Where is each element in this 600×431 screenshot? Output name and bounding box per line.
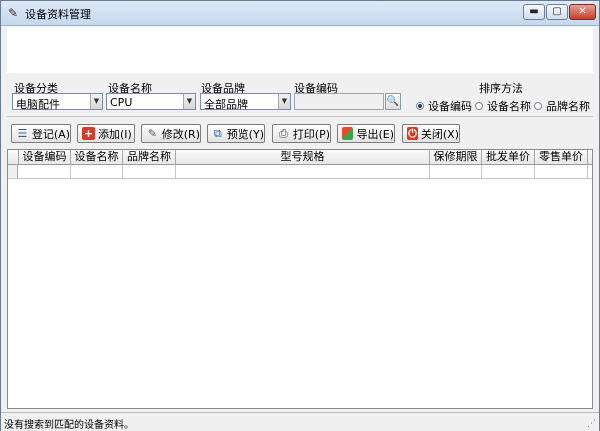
window-title: 设备资料管理: [25, 8, 91, 21]
brand-select[interactable]: 全部品牌 ▼: [200, 93, 291, 111]
code-search-input[interactable]: [294, 93, 384, 110]
brand-value: 全部品牌: [204, 98, 248, 111]
column-header[interactable]: 批发单价: [482, 150, 535, 164]
chevron-down-icon[interactable]: ▼: [183, 94, 195, 109]
maximize-icon: ▢: [552, 6, 562, 17]
table-header: 设备编码 设备名称 品牌名称 型号规格 保修期限 批发单价 零售单价: [8, 150, 592, 165]
column-header[interactable]: 品牌名称: [123, 150, 176, 164]
equipment-table[interactable]: 设备编码 设备名称 品牌名称 型号规格 保修期限 批发单价 零售单价: [7, 149, 593, 409]
sort-method-label: 排序方法: [479, 82, 523, 95]
table-cell[interactable]: [19, 165, 71, 178]
header-panel: [7, 27, 593, 73]
pencil-icon: ✎: [147, 127, 157, 140]
maximize-button[interactable]: ▢: [546, 4, 568, 20]
table-cell[interactable]: [71, 165, 123, 178]
print-label: 打印(P): [292, 127, 330, 141]
column-header[interactable]: 零售单价: [535, 150, 588, 164]
table-cell[interactable]: [123, 165, 176, 178]
sort-radio-brand[interactable]: 品牌名称: [534, 98, 590, 114]
row-pointer-icon: [8, 165, 18, 178]
add-button[interactable]: + 添加(I): [77, 124, 135, 143]
table-cell[interactable]: [176, 165, 430, 178]
minimize-icon: ▬: [529, 6, 539, 17]
chevron-down-icon[interactable]: ▼: [90, 94, 102, 109]
header-indicator: [8, 150, 19, 164]
sort-radio-name[interactable]: 设备名称: [475, 98, 531, 114]
category-select[interactable]: 电脑配件 ▼: [12, 93, 103, 111]
sort-option-label: 设备名称: [487, 100, 531, 113]
preview-icon: ⧉: [213, 127, 222, 140]
preview-label: 预览(Y): [226, 127, 264, 141]
main-window: ✎ 设备资料管理 ▬ ▢ ✕ 设备分类 设备名称 设备品牌 设备编码 电脑配件 …: [0, 0, 600, 431]
printer-icon: ⎙: [278, 127, 288, 140]
export-icon: [342, 127, 354, 140]
column-header[interactable]: 保修期限: [430, 150, 482, 164]
close-icon: ✕: [578, 6, 587, 17]
table-cell[interactable]: [482, 165, 535, 178]
edit-button[interactable]: ✎ 修改(R): [141, 124, 201, 143]
minimize-button[interactable]: ▬: [523, 4, 545, 20]
radio-icon[interactable]: [534, 102, 542, 110]
code-search-button[interactable]: 🔍: [385, 93, 401, 110]
column-header[interactable]: 设备编码: [19, 150, 71, 164]
status-bar: 没有搜索到匹配的设备资料。 ⋰: [1, 412, 599, 431]
category-value: 电脑配件: [16, 98, 60, 111]
chevron-down-icon[interactable]: ▼: [278, 94, 290, 109]
status-message: 没有搜索到匹配的设备资料。: [4, 420, 134, 431]
app-icon: ✎: [7, 6, 19, 20]
table-row[interactable]: [8, 165, 592, 179]
radio-icon[interactable]: [475, 102, 483, 110]
search-icon: 🔍: [386, 96, 400, 107]
title-bar[interactable]: ✎ 设备资料管理 ▬ ▢ ✕: [1, 1, 599, 26]
radio-selected-icon[interactable]: [416, 102, 424, 110]
register-button[interactable]: ☰ 登记(A): [11, 124, 71, 143]
name-value: CPU: [110, 96, 133, 109]
sort-option-label: 设备编码: [428, 100, 472, 113]
export-label: 导出(E): [356, 127, 394, 141]
register-icon: ☰: [17, 127, 28, 140]
preview-button[interactable]: ⧉ 预览(Y): [207, 124, 265, 143]
column-header[interactable]: 设备名称: [71, 150, 123, 164]
power-icon: ⏻: [407, 127, 418, 140]
column-header[interactable]: 型号规格: [176, 150, 430, 164]
table-cell[interactable]: [535, 165, 588, 178]
sort-option-label: 品牌名称: [546, 100, 590, 113]
register-label: 登记(A): [31, 127, 70, 141]
close-button[interactable]: ⏻ 关闭(X): [402, 124, 460, 143]
close-label: 关闭(X): [420, 127, 459, 141]
print-button[interactable]: ⎙ 打印(P): [272, 124, 331, 143]
sort-radio-code[interactable]: 设备编码: [416, 98, 472, 114]
toolbar-divider: [7, 116, 593, 117]
table-cell[interactable]: [430, 165, 482, 178]
name-select[interactable]: CPU ▼: [106, 93, 196, 110]
add-icon: +: [82, 127, 95, 140]
export-button[interactable]: 导出(E): [337, 124, 395, 143]
add-label: 添加(I): [98, 127, 132, 141]
edit-label: 修改(R): [161, 127, 200, 141]
resize-grip-icon[interactable]: ⋰: [587, 419, 597, 429]
close-window-button[interactable]: ✕: [569, 4, 596, 20]
